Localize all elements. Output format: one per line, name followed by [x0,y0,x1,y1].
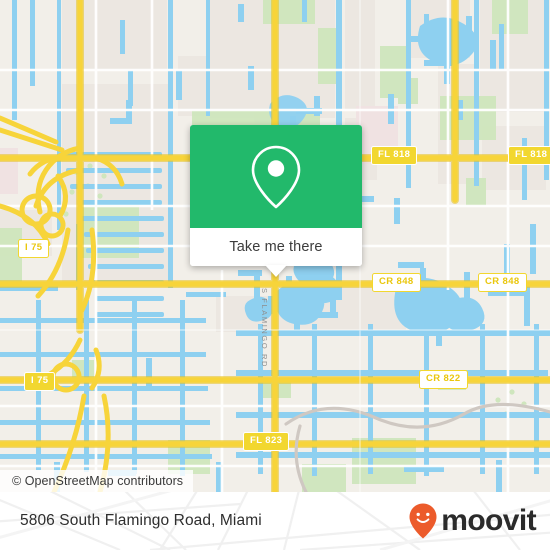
moovit-logo[interactable]: moovit [408,502,537,540]
road-shield-i-75-lower: I 75 [24,372,56,391]
road-shield-fl-818-left: FL 818 [371,146,418,165]
footer-content: 5806 South Flamingo Road, Miami moovit [0,492,550,550]
road-shield-cr-848-right: CR 848 [478,273,527,292]
footer-bar: 5806 South Flamingo Road, Miami moovit [0,492,550,550]
moovit-pin-icon [409,503,437,539]
road-shield-fl-818-right: FL 818 [508,146,550,165]
road-shield-i-75-upper: I 75 [18,239,50,258]
marker-card-action-area[interactable]: Take me there [190,228,362,266]
take-me-there-button-label: Take me there [229,239,323,255]
moovit-wordmark: moovit [441,504,536,537]
road-shield-cr-822: CR 822 [419,370,468,389]
map-screenshot-root: S FLAMINGO RD FL 818 FL 818 CR 848 CR 84… [0,0,550,550]
location-pin-icon [251,145,301,208]
map-attribution[interactable]: © OpenStreetMap contributors [0,470,194,492]
marker-card-pointer-tail [265,265,287,277]
map-attribution-text: © OpenStreetMap contributors [12,474,184,488]
location-address-text: 5806 South Flamingo Road, Miami [20,512,262,529]
road-shield-fl-823: FL 823 [243,432,290,451]
street-label-flamingo-road: S FLAMINGO RD [260,288,269,368]
map-canvas[interactable]: S FLAMINGO RD FL 818 FL 818 CR 848 CR 84… [0,0,550,492]
marker-card-image-area [190,125,362,228]
road-shield-cr-848-left: CR 848 [372,273,421,292]
location-marker-card[interactable]: Take me there [190,125,362,277]
